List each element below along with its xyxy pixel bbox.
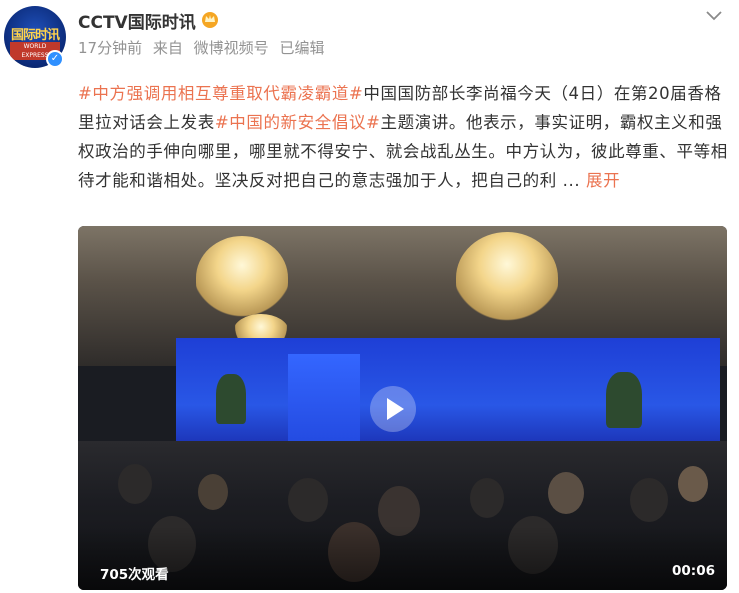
speaker-on-screen [606,372,642,428]
edited-label: 已编辑 [279,39,325,57]
post-time[interactable]: 17分钟前 [78,39,142,57]
username[interactable]: CCTV国际时讯 [78,8,196,33]
audience-head [630,478,668,522]
hashtag-link[interactable]: #中国的新安全倡议# [215,113,381,132]
audience-head [198,474,228,510]
chandelier [456,232,558,324]
weibo-post-card: 国际时讯 WORLD EXPRESS ✓ CCTV国际时讯 17分钟前 来自 微… [0,0,739,593]
audience-head [548,472,584,514]
audience-head [470,478,504,518]
stage-screen [360,338,720,450]
crown-icon[interactable] [200,10,220,28]
expand-link[interactable]: 展开 [586,171,620,190]
post-source[interactable]: 微博视频号 [194,39,269,57]
chandelier [196,236,288,320]
speaker-on-screen [216,374,246,424]
stage-screen [288,354,360,446]
audience-head [288,478,328,522]
hashtag-link[interactable]: #中方强调用相互尊重取代霸凌霸道# [78,84,363,103]
post-text: #中方强调用相互尊重取代霸凌霸道#中国国防部长李尚福今天（4日）在第20届香格里… [78,79,728,195]
audience-head [118,464,152,504]
video-player[interactable]: 705次观看 00:06 [78,226,727,590]
video-duration: 00:06 [672,563,715,579]
view-count: 705次观看 [100,567,169,583]
audience-head [678,466,708,502]
avatar-logo-text: 国际时讯 [10,28,60,43]
post-meta: 17分钟前 来自 微博视频号 已编辑 [78,37,330,58]
source-prefix: 来自 [152,39,183,57]
verified-icon: ✓ [46,50,64,68]
chevron-down-icon[interactable] [703,8,725,24]
video-bottom-shade [78,526,727,590]
play-icon[interactable] [370,386,416,432]
